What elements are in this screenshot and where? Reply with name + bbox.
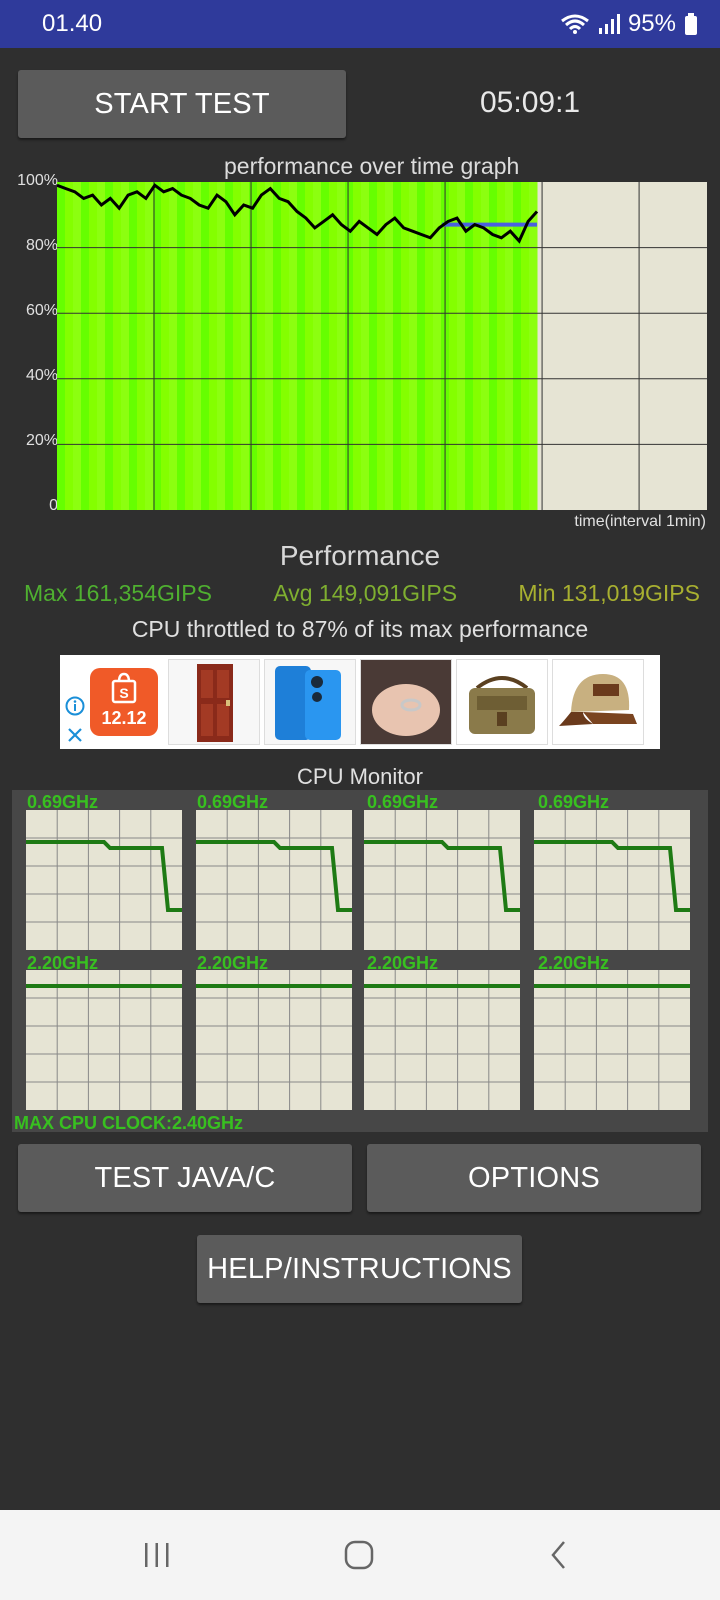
core-graph	[26, 970, 182, 1110]
home-button[interactable]	[334, 1532, 384, 1578]
core-graph	[26, 810, 182, 950]
core-graph	[534, 970, 690, 1110]
max-cpu-clock: MAX CPU CLOCK:2.40GHz	[14, 1113, 244, 1133]
recent-apps-icon	[145, 1543, 169, 1567]
recent-apps-button[interactable]	[132, 1532, 182, 1578]
navigation-bar	[0, 1510, 720, 1600]
help-instructions-button[interactable]: HELP/INSTRUCTIONS	[197, 1235, 522, 1303]
core-graph-background	[196, 810, 352, 950]
test-java-c-button[interactable]: TEST JAVA/C	[18, 1144, 352, 1212]
core-graph-background	[534, 810, 690, 950]
options-button[interactable]: OPTIONS	[367, 1144, 701, 1212]
core-graph-background	[364, 810, 520, 950]
home-icon	[344, 1540, 374, 1570]
core-graph	[534, 810, 690, 950]
core-graph-background	[364, 970, 520, 1110]
core-graph	[196, 810, 352, 950]
core-graph-background	[26, 810, 182, 950]
core-graph	[364, 970, 520, 1110]
cpu-core-graphs	[26, 810, 690, 1110]
core-graph-background	[196, 970, 352, 1110]
core-graph-background	[26, 970, 182, 1110]
core-graph	[196, 970, 352, 1110]
back-icon	[551, 1541, 565, 1569]
core-graph-background	[534, 970, 690, 1110]
back-button[interactable]	[534, 1532, 584, 1578]
core-graph	[364, 810, 520, 950]
